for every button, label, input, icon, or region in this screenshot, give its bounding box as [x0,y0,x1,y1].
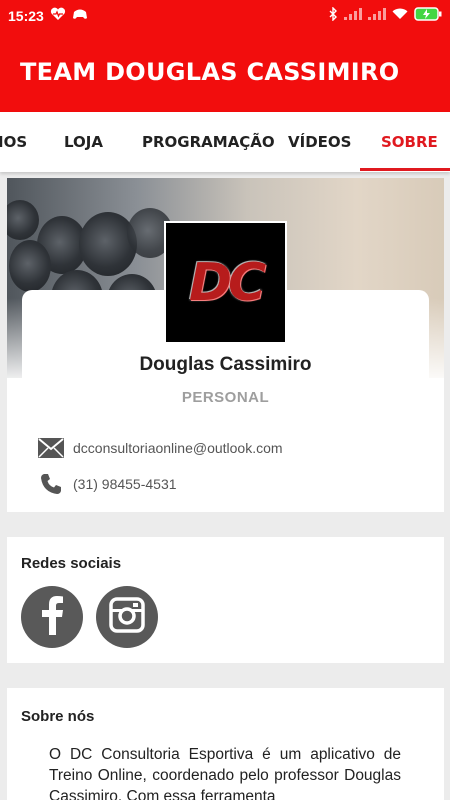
tab-ios[interactable]: IOS [0,112,27,172]
instagram-button[interactable] [96,586,158,648]
logo-text: DC [188,252,266,313]
heart-rate-icon [50,7,66,26]
bluetooth-icon [328,5,338,26]
tab-programacao[interactable]: PROGRAMAÇÃO [142,112,275,172]
wifi-icon [392,7,408,25]
tab-indicator [360,168,450,171]
phone-row[interactable]: (31) 98455-4531 [37,472,177,496]
signal-icon-1 [344,7,362,25]
app-bar: TEAM DOUGLAS CASSIMIRO [0,32,450,112]
email-text: dcconsultoriaonline@outlook.com [73,440,283,456]
tab-bar: IOS LOJA PROGRAMAÇÃO VÍDEOS SOBRE [0,112,450,172]
facebook-icon [37,595,67,640]
profile-card: DC Douglas Cassimiro PERSONAL dcconsulto… [7,178,444,512]
app-title: TEAM DOUGLAS CASSIMIRO [20,58,400,86]
dumbbell-shape [7,200,39,240]
instagram-icon [109,596,145,638]
social-title: Redes sociais [21,555,122,572]
email-row[interactable]: dcconsultoriaonline@outlook.com [37,436,283,460]
tab-loja[interactable]: LOJA [64,112,103,172]
game-icon [72,7,88,25]
battery-icon [414,6,442,26]
about-card: Sobre nós O DC Consultoria Esportiva é u… [7,688,444,800]
status-time: 15:23 [8,8,44,24]
profile-name: Douglas Cassimiro [139,354,312,375]
phone-icon [37,472,65,496]
about-title: Sobre nós [21,708,95,725]
profile-logo: DC [164,221,287,344]
about-text: O DC Consultoria Esportiva é um aplicati… [49,746,401,800]
facebook-button[interactable] [21,586,83,648]
phone-text: (31) 98455-4531 [73,476,177,492]
status-bar: 15:23 [0,0,450,32]
dumbbell-shape [9,240,51,292]
tab-sobre[interactable]: SOBRE [381,112,438,172]
social-card: Redes sociais [7,537,444,663]
tab-videos[interactable]: VÍDEOS [288,112,351,172]
profile-role: PERSONAL [181,389,270,406]
signal-icon-2 [368,7,386,25]
email-icon [37,436,65,460]
